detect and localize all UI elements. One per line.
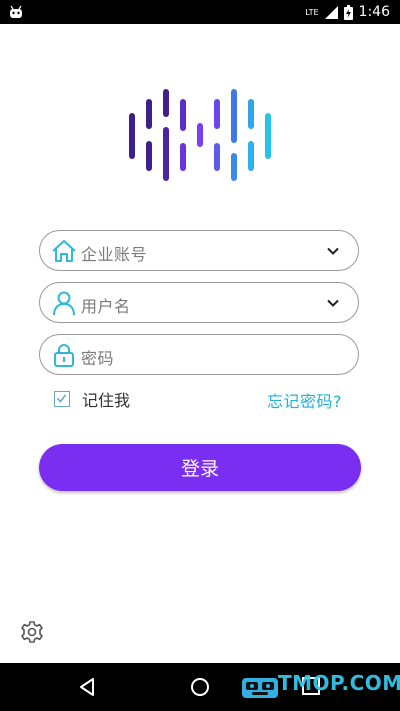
network-type-label: LTE xyxy=(305,7,319,17)
watermark-logo-icon xyxy=(242,678,278,698)
status-bar: LTE 1:46 xyxy=(0,0,400,24)
gear-icon[interactable] xyxy=(20,620,44,644)
home-nav-icon[interactable] xyxy=(190,677,210,697)
clock: 1:46 xyxy=(358,4,390,20)
chevron-down-icon[interactable] xyxy=(326,244,340,258)
android-icon xyxy=(10,5,22,18)
navigation-bar: TMOP.COM xyxy=(0,663,400,711)
watermark-text: TMOP.COM xyxy=(278,671,400,695)
check-icon xyxy=(56,394,67,403)
username-field[interactable]: 用户名 xyxy=(39,282,359,323)
lock-icon xyxy=(54,344,74,367)
company-account-field[interactable]: 企业账号 xyxy=(39,230,359,271)
remember-me[interactable]: 记住我 xyxy=(54,388,130,410)
back-icon[interactable] xyxy=(77,677,97,697)
username-placeholder: 用户名 xyxy=(81,297,131,316)
chevron-down-icon[interactable] xyxy=(326,296,340,310)
signal-icon xyxy=(324,5,338,19)
password-field[interactable]: 密码 xyxy=(39,334,359,375)
company-account-placeholder: 企业账号 xyxy=(81,245,148,264)
password-placeholder: 密码 xyxy=(81,349,115,368)
home-icon xyxy=(52,240,76,262)
login-button[interactable]: 登录 xyxy=(39,444,361,491)
user-icon xyxy=(53,291,75,316)
battery-icon xyxy=(343,4,353,20)
remember-checkbox[interactable] xyxy=(54,391,70,407)
forgot-password-link[interactable]: 忘记密码? xyxy=(267,388,342,412)
app-logo xyxy=(129,89,271,181)
remember-label: 记住我 xyxy=(82,391,131,410)
